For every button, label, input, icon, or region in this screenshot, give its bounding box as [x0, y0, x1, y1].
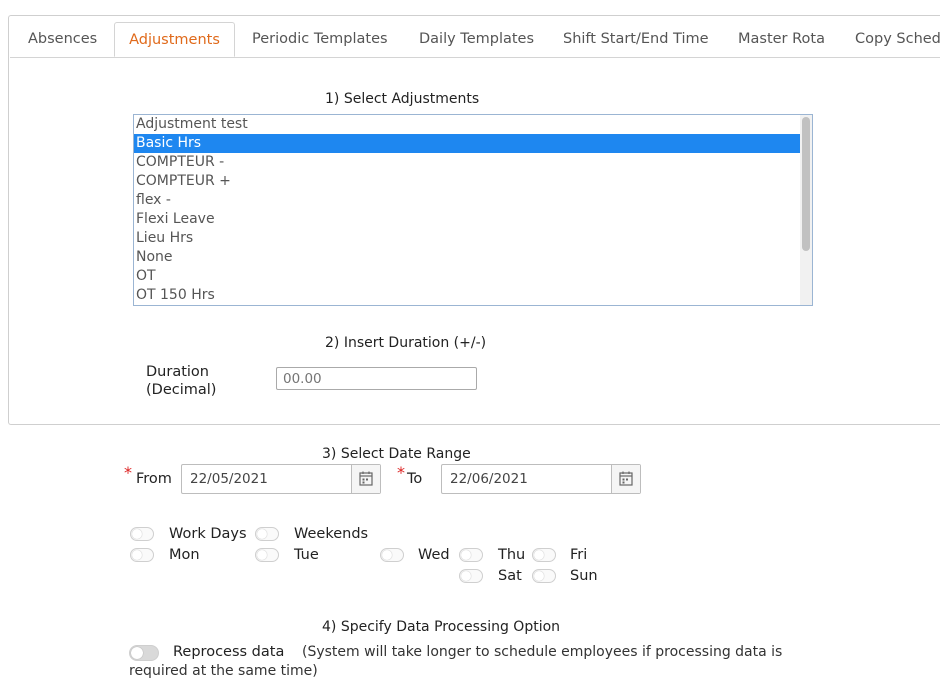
thu-toggle[interactable] [459, 548, 483, 562]
mon-toggle[interactable] [130, 548, 154, 562]
reprocess-data-toggle[interactable] [129, 645, 159, 661]
list-item[interactable]: Adjustment test [134, 115, 802, 134]
thu-label: Thu [498, 547, 526, 563]
to-label: To [407, 471, 423, 487]
list-item[interactable]: None [134, 248, 802, 267]
sun-toggle[interactable] [532, 569, 556, 583]
mon-label: Mon [169, 547, 200, 563]
tue-label: Tue [294, 547, 319, 563]
wed-toggle[interactable] [380, 548, 404, 562]
list-item[interactable]: Lieu Hrs [134, 229, 802, 248]
sat-label: Sat [498, 568, 522, 584]
tab-daily-templates[interactable]: Daily Templates [419, 22, 534, 57]
fri-toggle[interactable] [532, 548, 556, 562]
list-item[interactable]: COMPTEUR + [134, 172, 802, 191]
required-marker-from: * [124, 463, 132, 482]
listbox-scrollbar[interactable] [800, 115, 812, 305]
list-item[interactable]: COMPTEUR - [134, 153, 802, 172]
duration-label-line2: (Decimal) [146, 382, 217, 398]
tab-adjustments[interactable]: Adjustments [114, 22, 235, 57]
section-title-insert-duration: 2) Insert Duration (+/-) [325, 335, 487, 351]
calendar-icon[interactable] [611, 465, 640, 493]
reprocess-note-line1: (System will take longer to schedule emp… [302, 644, 783, 660]
duration-label-line1: Duration [146, 364, 209, 380]
list-item[interactable]: flex - [134, 191, 802, 210]
wed-label: Wed [418, 547, 450, 563]
from-label: From [136, 471, 172, 487]
from-date-value[interactable]: 22/05/2021 [190, 465, 268, 493]
list-item[interactable]: OT [134, 267, 802, 286]
work-days-toggle[interactable] [130, 527, 154, 541]
to-date-picker[interactable]: 22/06/2021 [441, 464, 641, 494]
tab-copy-schedule[interactable]: Copy Sched [855, 22, 940, 57]
tab-shift-start-end-time[interactable]: Shift Start/End Time [563, 22, 709, 57]
tab-master-rota[interactable]: Master Rota [738, 22, 825, 57]
tab-bar: Absences Adjustments Periodic Templates … [10, 22, 940, 58]
list-item-selected[interactable]: Basic Hrs [134, 134, 802, 153]
adjustments-listbox[interactable]: Adjustment test Basic Hrs COMPTEUR - COM… [133, 114, 813, 306]
reprocess-data-label: Reprocess data [173, 644, 285, 660]
required-marker-to: * [397, 463, 405, 482]
section-title-select-date-range: 3) Select Date Range [322, 446, 471, 462]
sun-label: Sun [570, 568, 598, 584]
section-title-select-adjustments: 1) Select Adjustments [325, 91, 480, 107]
list-item[interactable]: OT 150 Hrs [134, 286, 802, 305]
to-date-value[interactable]: 22/06/2021 [450, 465, 528, 493]
calendar-icon[interactable] [351, 465, 380, 493]
listbox-scroll-thumb[interactable] [802, 117, 810, 251]
tue-toggle[interactable] [255, 548, 279, 562]
section-title-data-processing: 4) Specify Data Processing Option [322, 619, 561, 635]
reprocess-note-line2: required at the same time) [129, 663, 318, 679]
work-days-label: Work Days [169, 526, 247, 542]
tab-periodic-templates[interactable]: Periodic Templates [252, 22, 388, 57]
from-date-picker[interactable]: 22/05/2021 [181, 464, 381, 494]
sat-toggle[interactable] [459, 569, 483, 583]
duration-input[interactable] [276, 367, 477, 390]
duration-label: Duration (Decimal) [146, 363, 216, 399]
list-item[interactable]: Flexi Leave [134, 210, 802, 229]
weekends-label: Weekends [294, 526, 369, 542]
fri-label: Fri [570, 547, 588, 563]
weekends-toggle[interactable] [255, 527, 279, 541]
tab-absences[interactable]: Absences [28, 22, 97, 57]
